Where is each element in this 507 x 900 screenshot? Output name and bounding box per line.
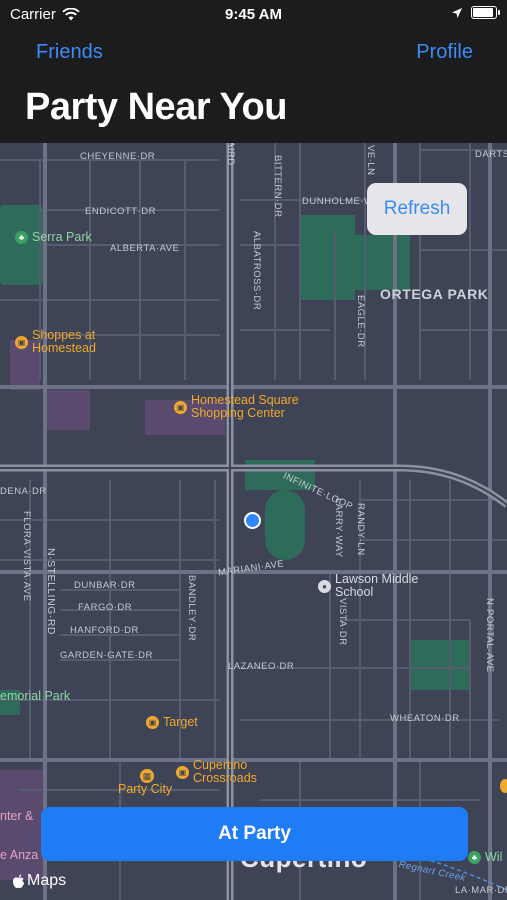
poi-target[interactable]: ▣ Target [146,716,198,729]
area-ortega-park: ORTEGA PARK [380,286,489,302]
tree-icon: ♣ [468,850,481,864]
status-bar: Carrier 9:45 AM [0,0,507,28]
poi-homestead-square[interactable]: ▣ Homestead Square Shopping Center [174,394,299,420]
at-party-button[interactable]: At Party [41,807,468,861]
shopping-bag-icon: ▣ [174,400,187,414]
profile-button[interactable]: Profile [416,41,473,64]
page-title: Party Near You [25,86,287,128]
location-arrow-icon [452,7,462,18]
poi-edge-right [500,779,507,793]
street-label: FLORA·VISTA·AVE [21,511,32,602]
refresh-button[interactable]: Refresh [367,183,467,235]
maps-attribution[interactable]: Maps [12,872,66,890]
street-label: DUNBAR·DR [74,580,136,591]
poi-party-city[interactable]: ▦ Party City [118,769,172,796]
poi-wil: ♣ Wil [468,850,502,864]
street-label: LAZANEO·DR [228,661,295,672]
shopping-bag-icon: ▣ [15,335,28,349]
street-label: N·STELLING·RD [45,548,57,636]
street-label: AIRD [225,143,236,166]
battery-icon [471,6,500,19]
poi-serra-park[interactable]: ♣ Serra Park [15,230,92,245]
poi-enter: nter & [0,809,34,823]
street-label: EAGLE·DR [355,295,366,348]
street-label: ENDICOTT·DR [85,206,156,217]
street-label: N·PORTAL·AVE [484,598,495,673]
poi-shoppes-at-homestead[interactable]: ▣ Shoppes at Homestead [15,329,96,355]
street-label: ALBATROSS·DR [251,231,262,311]
status-right [451,6,500,19]
user-location-dot [244,512,261,529]
street-label: WHEATON·DR [390,713,460,724]
school-icon: ● [318,579,331,593]
street-label: HANFORD·DR [70,625,139,636]
navigation-bar: Friends Profile Party Near You [0,28,507,143]
poi-lawson-middle-school[interactable]: ● Lawson Middle School [318,573,418,599]
street-label: VISTA·DR [337,598,348,646]
street-label: GARDEN·GATE·DR [60,650,153,661]
street-label: VE·LN [365,145,376,176]
park-areas [0,205,470,715]
street-label: LA·MAR·DR [455,885,507,896]
apple-logo-icon [13,874,24,888]
street-label: DARTS [475,149,507,160]
street-label: ALBERTA·AVE [110,243,180,254]
street-label: BANDLEY·DR [186,575,197,642]
friends-button[interactable]: Friends [36,41,103,64]
shopping-bag-icon: ▣ [176,765,189,779]
gift-icon: ▦ [140,769,154,783]
battery-fill [473,8,493,17]
shopping-bag-icon: ▣ [146,716,159,729]
poi-cupertino-crossroads[interactable]: ▣ Cupertino Crossroads [176,759,257,785]
street-label: CHEYENNE·DR [80,151,156,162]
street-label: RANDY·LN [355,503,366,556]
poi-de-anza: e Anza [0,848,39,862]
maps-label: Maps [27,872,67,889]
poi-memorial-park[interactable]: emorial Park [0,689,70,703]
tree-icon: ♣ [15,231,28,245]
street-label: BITTERN·DR [272,155,283,218]
status-time: 9:45 AM [225,6,282,23]
street-label: FARGO·DR [78,602,133,613]
street-label: LARRY·WAY [333,498,344,558]
street-label: DENA·DR [0,486,47,497]
